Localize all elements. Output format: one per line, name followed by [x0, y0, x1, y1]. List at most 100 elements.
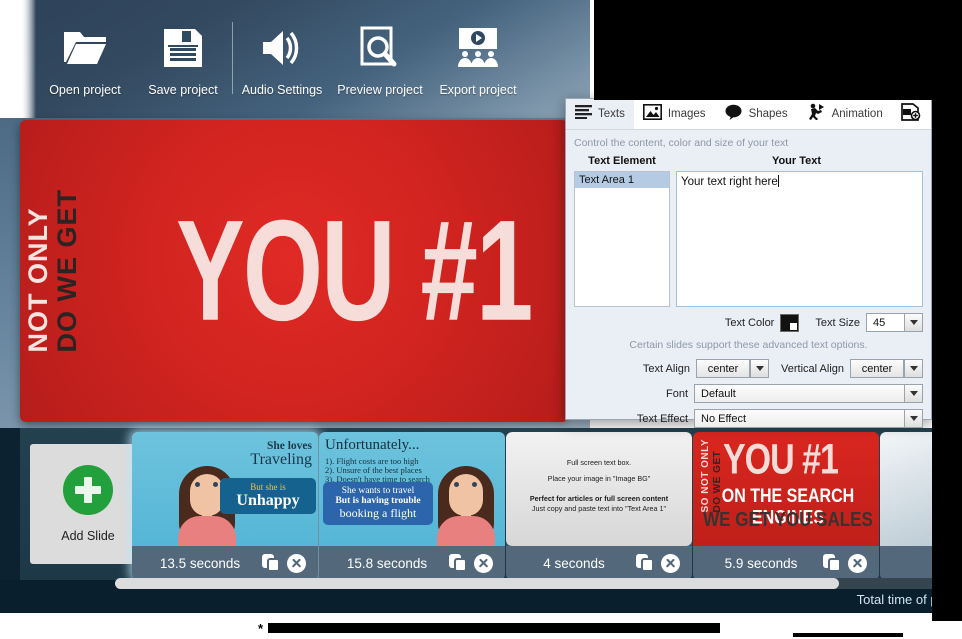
- add-slide-button[interactable]: Add Slide: [30, 444, 146, 564]
- your-text-value: Your text right here: [681, 176, 778, 188]
- slide-thumbnail-1[interactable]: She loves Traveling But she is Unhappy 1…: [132, 432, 318, 580]
- vertical-align-value: center: [850, 359, 904, 378]
- speaker-icon: [259, 22, 305, 74]
- slide-actions: [449, 553, 505, 573]
- floppy-disk-icon: [162, 22, 204, 74]
- text-effect-select[interactable]: No Effect: [694, 409, 923, 428]
- slide-actions: [823, 553, 879, 573]
- vertical-align-select[interactable]: center: [850, 359, 923, 378]
- copy-icon[interactable]: [262, 554, 280, 572]
- thumb2-heading: Unfortunately...: [325, 437, 420, 453]
- toolbar-label: Preview project: [337, 83, 423, 97]
- presentation-screen-icon: [453, 22, 503, 74]
- chevron-down-icon[interactable]: [904, 384, 923, 403]
- font-row: Font Default: [566, 378, 931, 403]
- toolbar-label: Export project: [439, 83, 517, 97]
- tab-images[interactable]: Images: [634, 99, 715, 129]
- text-align-select[interactable]: center: [696, 359, 770, 378]
- close-circle-icon[interactable]: [474, 553, 493, 573]
- panel-body: Text Area 1 Your text right here: [566, 171, 931, 307]
- text-color-swatch[interactable]: [780, 313, 800, 332]
- close-circle-icon[interactable]: [848, 553, 867, 573]
- tab-label: Shapes: [748, 108, 788, 120]
- thumb1-top-text: She loves Traveling: [250, 440, 312, 469]
- canvas-area: NOT ONLY DO WE GET YOU #1: [0, 118, 590, 428]
- tab-label: Texts: [598, 108, 625, 120]
- slide-thumbnail-art: SO NOT ONLY DO WE GET YOU #1 ON THE SEAR…: [693, 432, 879, 546]
- running-man-icon: [806, 103, 826, 125]
- toolbar-label: Save project: [148, 83, 218, 97]
- chevron-down-icon[interactable]: [904, 359, 923, 378]
- text-size-stepper[interactable]: 45: [866, 313, 923, 332]
- open-folder-icon: [62, 22, 108, 74]
- close-circle-icon[interactable]: [661, 553, 680, 573]
- picture-icon: [642, 103, 662, 125]
- toolbar-export-project[interactable]: Export project: [429, 0, 527, 118]
- text-align-value: center: [696, 359, 751, 378]
- chevron-down-icon[interactable]: [904, 313, 923, 332]
- toolbar-audio-settings[interactable]: Audio Settings: [233, 0, 331, 118]
- column-header-text: Your Text: [771, 155, 822, 167]
- slide-thumbnail-bar: 5.9 seconds: [693, 546, 879, 580]
- toolbar-save-project[interactable]: Save project: [134, 0, 232, 118]
- panel-column-headers: Text Element Your Text: [566, 153, 931, 171]
- font-select[interactable]: Default: [694, 384, 923, 403]
- tab-animation[interactable]: Animation: [797, 99, 892, 129]
- thumb3-line-1: Full screen text box.: [566, 458, 632, 467]
- copy-icon[interactable]: [449, 554, 467, 572]
- thumb1-box-small: But she is: [250, 482, 286, 492]
- list-item[interactable]: Text Area 1: [575, 172, 669, 188]
- text-effect-value: No Effect: [694, 409, 904, 428]
- copy-icon[interactable]: [636, 554, 654, 572]
- text-caret: [777, 175, 779, 187]
- redacted-footnote: [268, 623, 720, 633]
- chevron-down-icon[interactable]: [750, 359, 770, 378]
- toolbar-open-project[interactable]: Open project: [36, 0, 134, 118]
- main-toolbar: Open project Save project Audio Settings: [0, 0, 590, 118]
- thumb2-box-line2: But is having trouble: [335, 496, 421, 506]
- thumb1-large: Traveling: [250, 451, 312, 468]
- tab-label: Animation: [831, 108, 883, 120]
- slide-thumbnail-4[interactable]: SO NOT ONLY DO WE GET YOU #1 ON THE SEAR…: [693, 432, 879, 580]
- slide-duration: 15.8 seconds: [346, 555, 428, 571]
- copy-icon[interactable]: [823, 554, 841, 572]
- vertical-align-label: Vertical Align: [781, 362, 844, 375]
- slide-thumbnail-2[interactable]: Unfortunately... 1). Flight costs are to…: [319, 432, 505, 580]
- slide-headline: YOU #1: [176, 190, 533, 351]
- slide-thumbnail-3[interactable]: Full screen text box. Place your image i…: [506, 432, 692, 580]
- tab-label: Images: [667, 108, 706, 120]
- screen-root: Open project Save project Audio Settings: [0, 0, 962, 639]
- slide-duration: 4 seconds: [543, 555, 605, 571]
- close-circle-icon[interactable]: [287, 553, 306, 573]
- add-page-icon: [900, 102, 921, 126]
- slide-thumbnail-bar: 4 seconds: [506, 546, 692, 580]
- add-slide-label: Add Slide: [61, 529, 115, 543]
- text-lines-icon: [575, 104, 592, 124]
- speech-bubble-icon: [724, 104, 743, 125]
- tab-texts[interactable]: Texts: [566, 99, 634, 129]
- slide-thumbnail-bar: 13.5 seconds: [132, 546, 318, 580]
- panel-hint: Control the content, color and size of y…: [574, 137, 789, 149]
- text-element-list[interactable]: Text Area 1: [574, 171, 670, 307]
- tab-add-page[interactable]: [892, 99, 936, 129]
- slide-vertical-line-2: DO WE GET: [52, 189, 83, 353]
- chevron-down-icon[interactable]: [904, 409, 923, 428]
- tab-shapes[interactable]: Shapes: [715, 99, 797, 129]
- thumb2-callout-box: She wants to travel But is having troubl…: [323, 482, 433, 525]
- align-row: Text Align center Vertical Align center: [566, 353, 931, 378]
- column-header-element: Text Element: [588, 155, 656, 167]
- slide-vertical-text: NOT ONLY DO WE GET: [23, 189, 162, 353]
- slide-preview[interactable]: NOT ONLY DO WE GET YOU #1: [20, 120, 568, 422]
- font-value: Default: [694, 384, 904, 403]
- footnote-asterisk: *: [258, 621, 264, 636]
- slide-thumbnail-art: Full screen text box. Place your image i…: [506, 432, 692, 546]
- thumb3-line-4: Just copy and paste text into "Text Area…: [531, 504, 667, 513]
- occlusion-right: [932, 86, 962, 621]
- slides-strip: Add Slide She loves Traveling But she is…: [20, 428, 962, 580]
- text-color-label: Text Color: [724, 316, 775, 329]
- toolbar-preview-project[interactable]: Preview project: [331, 0, 429, 118]
- horizontal-scrollbar-thumb[interactable]: [115, 578, 839, 589]
- text-effect-label: Text Effect: [636, 412, 688, 425]
- occlusion-top-right: [594, 0, 962, 100]
- your-text-input[interactable]: Your text right here: [676, 171, 923, 307]
